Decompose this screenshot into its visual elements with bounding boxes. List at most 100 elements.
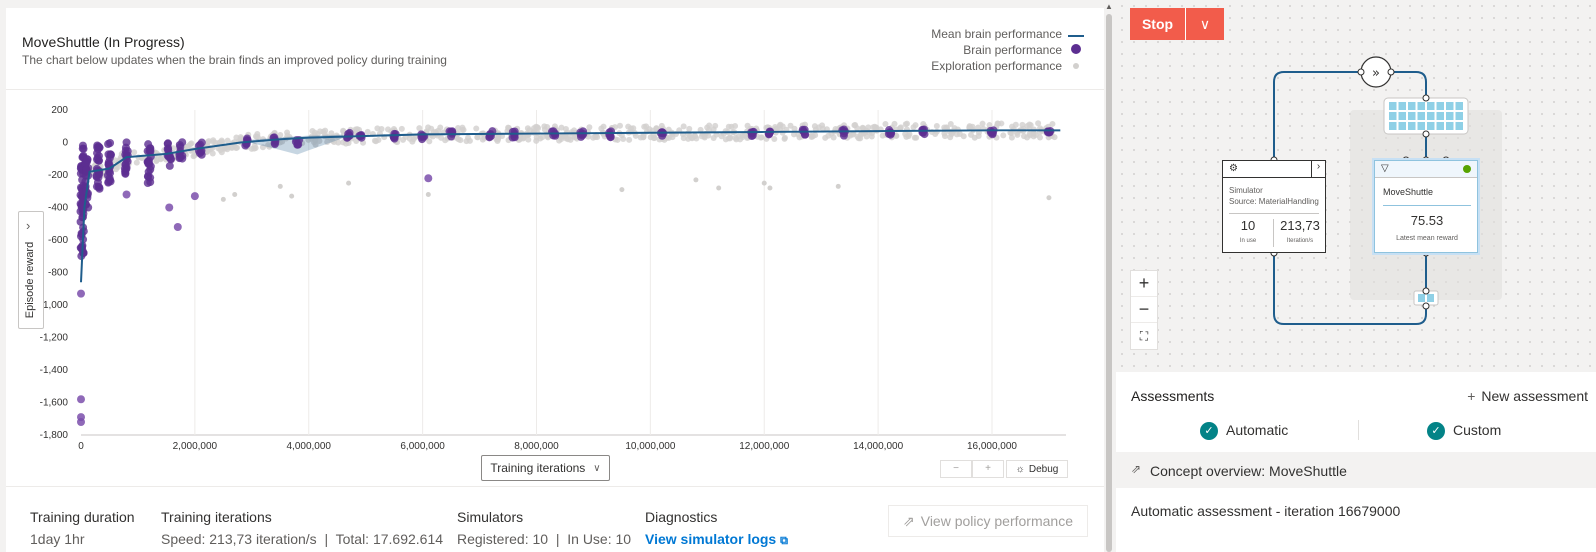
x-axis-ticks: 0 2,000,000 4,000,000 6,000,000 8,000,000 10,… <box>78 441 1017 452</box>
graph-connectors: » <box>1270 56 1502 325</box>
output-tiles <box>1413 287 1439 310</box>
view-simulator-logs-link[interactable]: View simulator logs ⧉ <box>645 531 788 548</box>
exploration-point <box>1020 133 1027 140</box>
iterations-value: Speed: 213,73 iteration/s | Total: 17.69… <box>161 531 444 547</box>
exploration-point <box>911 134 918 141</box>
state-tile <box>1417 122 1425 130</box>
vertical-scrollbar[interactable]: ▲ <box>1104 0 1114 552</box>
exploration-point <box>767 185 773 191</box>
exploration-point <box>953 131 960 138</box>
exploration-point <box>777 121 784 128</box>
state-tile <box>1398 112 1406 120</box>
fit-screen-button[interactable]: ⛶ <box>1131 323 1157 349</box>
exploration-point <box>811 123 818 130</box>
concept-node[interactable]: ▽ MoveShuttle 75.53 Latest mean reward <box>1374 160 1478 253</box>
x-axis-selector[interactable]: Training iterations ∨ <box>481 455 610 481</box>
view-policy-performance-button[interactable]: ⇗ View policy performance <box>888 505 1088 537</box>
exploration-point <box>852 121 859 128</box>
graph-panel: Stop ∨ » ⚙ › Simulator Source: MaterialH… <box>1116 0 1596 552</box>
expand-ylabel-panel[interactable]: › Episode reward <box>18 211 44 329</box>
exploration-point <box>619 187 625 193</box>
zoom-in-button[interactable]: + <box>972 460 1004 478</box>
x-tick-label: 2,000,000 <box>173 441 218 452</box>
exploration-point <box>406 135 413 142</box>
exploration-point <box>133 159 140 166</box>
exploration-point <box>932 131 939 138</box>
exploration-point <box>474 134 481 141</box>
state-tile <box>1417 112 1425 120</box>
y-tick-label: -1,200 <box>40 333 69 344</box>
concept-overview-bar[interactable]: ⇗ Concept overview: MoveShuttle <box>1116 452 1596 488</box>
simulators-label: Simulators <box>457 509 524 525</box>
concept-node-header: ▽ <box>1375 161 1477 178</box>
bug-icon: ☼ <box>1015 463 1025 475</box>
state-tile <box>1427 102 1435 110</box>
sim-iterations-value: 213,73 <box>1280 218 1320 233</box>
exploration-point <box>1046 195 1052 201</box>
new-assessment-button[interactable]: + New assessment <box>1467 388 1588 404</box>
scrollbar-thumb[interactable] <box>1106 14 1112 552</box>
scroll-up-icon[interactable]: ▲ <box>1105 2 1113 11</box>
tab-custom[interactable]: ✓ Custom <box>1427 422 1501 441</box>
training-chart: 200 0 -200 -400 -600 -800 -1,000 -1,200 -1,400 -1… <box>6 96 1104 488</box>
zoom-in-button[interactable]: + <box>1131 271 1157 297</box>
state-tile <box>1389 112 1397 120</box>
sim-in-use-label: In use <box>1239 238 1257 244</box>
chart-header: MoveShuttle (In Progress) The chart belo… <box>6 8 1104 90</box>
zoom-out-button[interactable]: − <box>1131 297 1157 323</box>
exploration-point <box>680 123 687 130</box>
exploration-point <box>473 125 480 132</box>
exploration-point <box>680 135 687 142</box>
duration-stat: Training duration 1day 1hr <box>30 509 135 547</box>
mean-line <box>80 129 1061 283</box>
exploration-point <box>210 137 217 144</box>
duration-value: 1day 1hr <box>30 531 85 547</box>
state-tile <box>1446 112 1454 120</box>
simulators-stat: Simulators Registered: 10 | In Use: 10 <box>457 509 631 547</box>
exploration-point <box>971 134 978 141</box>
x-tick-label: 16,000,000 <box>967 441 1017 452</box>
exploration-point <box>693 177 699 183</box>
exploration-point <box>541 126 548 133</box>
legend-brain: Brain performance <box>931 42 1084 58</box>
training-stats-footer: Training duration 1day 1hr Training iter… <box>6 486 1104 552</box>
chart-icon: ⇗ <box>903 512 915 529</box>
graduation-cap-icon: ▽ <box>1381 163 1389 174</box>
brain-point <box>83 155 92 164</box>
legend-exploration: Exploration performance <box>931 58 1084 74</box>
tab-automatic[interactable]: ✓ Automatic <box>1200 422 1289 441</box>
exploration-point <box>229 144 236 151</box>
y-tick-label: -600 <box>48 235 68 246</box>
exploration-point <box>787 122 794 129</box>
simulator-node[interactable]: ⚙ › Simulator Source: MaterialHandling 1… <box>1222 160 1326 253</box>
brain-point <box>173 223 182 231</box>
x-tick-label: 0 <box>78 441 84 452</box>
sim-in-use-value: 10 <box>1240 218 1256 233</box>
brain-graph-canvas[interactable]: Stop ∨ » ⚙ › Simulator Source: MaterialH… <box>1116 0 1596 372</box>
automatic-label: Automatic <box>1226 422 1289 438</box>
debug-button[interactable]: ☼ Debug <box>1006 460 1068 478</box>
exploration-point <box>732 134 739 141</box>
automatic-assessment-item[interactable]: Automatic assessment - iteration 1667900… <box>1116 488 1596 552</box>
exploration-point <box>289 193 295 199</box>
exploration-point <box>710 135 717 142</box>
exploration-point <box>771 135 778 142</box>
exploration-point <box>650 135 657 142</box>
y-tick-label: -800 <box>48 268 68 279</box>
state-tile <box>1446 122 1454 130</box>
dot-swatch-icon <box>1068 43 1084 57</box>
exploration-point <box>626 136 633 143</box>
exploration-point <box>620 135 627 142</box>
chart-svg: 2000-200-400-600-800-1,000-1,200-1,400-1… <box>40 105 1066 452</box>
zoom-out-button[interactable]: − <box>940 460 972 478</box>
iterations-stat: Training iterations Speed: 213,73 iterat… <box>161 509 443 547</box>
chevron-right-icon[interactable]: › <box>1311 161 1325 177</box>
exploration-point <box>398 125 405 132</box>
legend-mean-label: Mean brain performance <box>931 27 1062 41</box>
view-policy-label: View policy performance <box>920 513 1073 529</box>
brain-point <box>106 176 115 185</box>
y-tick-label: -1,600 <box>40 398 69 409</box>
brain-point <box>918 128 927 137</box>
page-subtitle: The chart below updates when the brain f… <box>22 53 447 67</box>
exploration-point <box>284 129 291 136</box>
